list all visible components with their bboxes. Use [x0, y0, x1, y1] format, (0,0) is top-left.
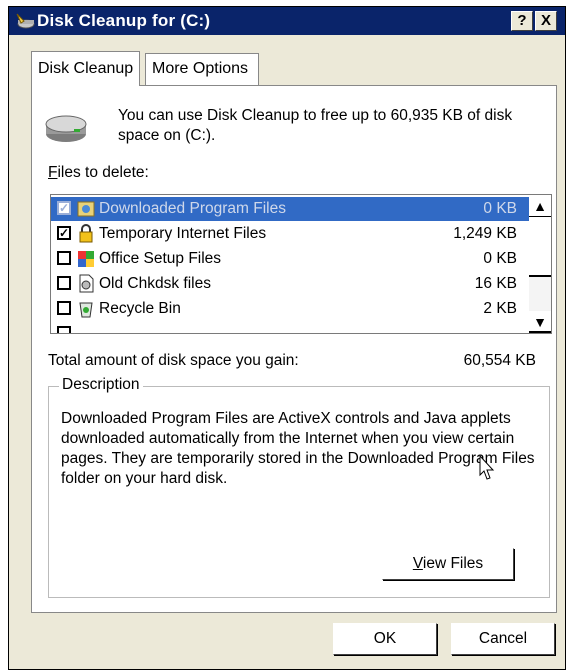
close-button[interactable]: X	[535, 11, 557, 31]
description-legend: Description	[59, 376, 143, 394]
checkbox[interactable]	[57, 301, 71, 315]
total-space-value: 60,554 KB	[463, 352, 536, 369]
file-name: Old Chkdsk files	[99, 275, 211, 292]
file-size: 0 KB	[483, 250, 517, 267]
mouse-pointer-icon	[479, 455, 495, 480]
files-listbox[interactable]: ✓ Downloaded Program Files 0 KB ✓ Tempor…	[50, 194, 552, 334]
scroll-down-icon[interactable]: ▼	[529, 311, 551, 333]
file-name: Downloaded Program Files	[99, 200, 286, 217]
view-files-label: iew Files	[422, 555, 484, 572]
checkbox[interactable]	[57, 251, 71, 265]
total-space-label: Total amount of disk space you gain:	[48, 352, 299, 369]
checkbox[interactable]: ✓	[57, 226, 71, 240]
ok-button[interactable]: OK	[333, 623, 437, 655]
disk-cleanup-panel: You can use Disk Cleanup to free up to 6…	[31, 85, 557, 613]
file-name: Temporary Internet Files	[99, 225, 267, 242]
help-button[interactable]: ?	[511, 11, 533, 31]
view-files-accelerator: V	[412, 555, 423, 572]
checkbox[interactable]	[57, 326, 71, 333]
cancel-button[interactable]: Cancel	[451, 623, 555, 655]
file-name: Office Setup Files	[99, 250, 222, 267]
tab-more-options[interactable]: More Options	[145, 53, 259, 85]
tab-disk-cleanup[interactable]: Disk Cleanup	[31, 51, 141, 86]
list-item[interactable]: Old Chkdsk files 16 KB	[51, 272, 529, 296]
files-scrollbar[interactable]: ▲ ▼	[529, 195, 551, 333]
checkbox[interactable]: ✓	[57, 201, 71, 215]
disk-cleanup-dialog: Disk Cleanup for (C:) ? X Disk Cleanup M…	[8, 6, 566, 670]
downloaded-program-files-icon	[77, 201, 95, 217]
recycle-bin-icon	[79, 302, 93, 318]
intro-text: You can use Disk Cleanup to free up to 6…	[118, 107, 513, 144]
list-item[interactable]: ✓ Downloaded Program Files 0 KB	[51, 197, 529, 221]
lock-icon	[79, 224, 93, 243]
disk-cleanup-app-icon	[16, 13, 35, 29]
list-item[interactable]: Recycle Bin 2 KB	[51, 297, 529, 321]
scroll-up-icon[interactable]: ▲	[529, 195, 551, 217]
files-label-text: iles to delete:	[57, 164, 149, 181]
file-size: 2 KB	[483, 300, 517, 317]
scrollbar-thumb[interactable]	[529, 217, 551, 277]
hard-drive-icon	[45, 115, 87, 142]
checkbox[interactable]	[57, 276, 71, 290]
window-title: Disk Cleanup for (C:)	[37, 11, 211, 30]
list-item-partial	[51, 322, 529, 333]
files-to-delete-label: Files to delete:	[48, 164, 149, 182]
file-name: Recycle Bin	[99, 300, 181, 317]
description-text: Downloaded Program Files are ActiveX con…	[61, 410, 535, 487]
file-size: 0 KB	[483, 200, 517, 217]
list-item[interactable]: ✓ Temporary Internet Files 1,249 KB	[51, 222, 529, 246]
title-bar[interactable]: Disk Cleanup for (C:) ? X	[9, 7, 565, 35]
view-files-button[interactable]: View Files	[382, 548, 514, 580]
list-item[interactable]: Office Setup Files 0 KB	[51, 247, 529, 271]
document-icon	[79, 274, 94, 293]
office-icon	[78, 251, 94, 267]
file-size: 1,249 KB	[453, 225, 517, 242]
file-size: 16 KB	[474, 275, 517, 292]
